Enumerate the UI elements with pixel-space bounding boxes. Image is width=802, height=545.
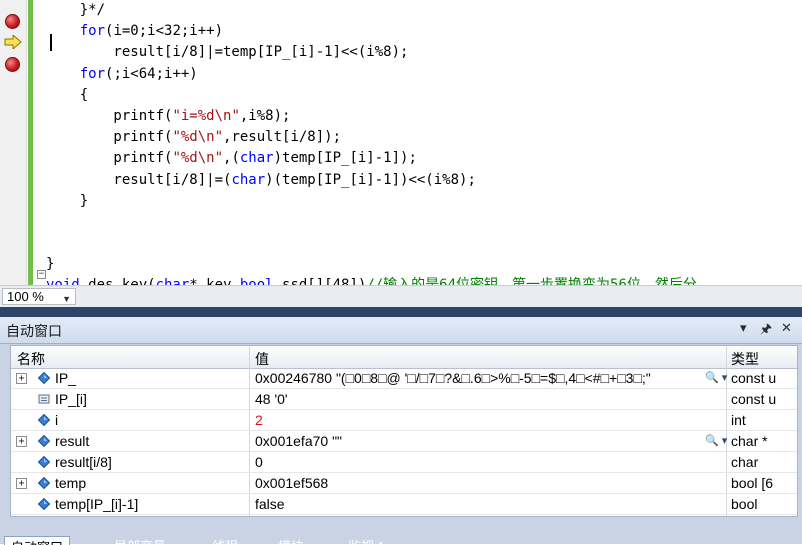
current-statement-arrow-icon (4, 35, 22, 49)
code-text[interactable]: }*/ for(i=0;i<32;i++) result[i/8]|=temp[… (46, 0, 697, 285)
horizontal-scrollbar[interactable] (80, 291, 798, 303)
variable-name: IP_ (55, 370, 77, 386)
table-row[interactable]: + temp 0x001ef568 bool [6 (11, 473, 797, 494)
variable-name: result[i/8] (55, 454, 112, 470)
field-icon (38, 456, 50, 468)
window-menu-dropdown-icon[interactable]: ▾ (740, 320, 747, 336)
variable-type: bool [6 (731, 475, 774, 491)
autos-title: 自动窗口 (6, 323, 62, 339)
array-element-icon (38, 394, 50, 404)
column-header-value[interactable]: 值 (255, 349, 269, 369)
variable-name: IP_[i] (55, 391, 87, 407)
variable-type: const u (731, 391, 777, 407)
code-line[interactable] (46, 233, 697, 254)
variable-type: int (731, 412, 746, 428)
table-row[interactable]: + result 0x001efa70 "" 🔍 ▾ char * (11, 431, 797, 452)
code-line[interactable]: for(;i<64;i++) (46, 64, 697, 85)
table-row[interactable]: temp[IP_[i]-1] false bool (11, 494, 797, 515)
field-icon (38, 498, 50, 510)
variable-type: char * (731, 433, 768, 449)
visualizer-magnifier-icon[interactable]: 🔍 ▾ (705, 371, 727, 384)
code-line[interactable]: printf("%d\n",result[i/8]); (46, 127, 697, 148)
visualizer-magnifier-icon[interactable]: 🔍 ▾ (705, 434, 727, 447)
code-line[interactable]: }*/ (46, 0, 697, 21)
field-icon (38, 477, 50, 489)
code-line[interactable]: for(i=0;i<32;i++) (46, 21, 697, 42)
variable-value[interactable]: 0x001ef568 (255, 475, 695, 491)
variable-name: temp (55, 475, 87, 491)
field-icon (38, 414, 50, 426)
code-line[interactable]: } (46, 191, 697, 212)
field-icon (38, 372, 50, 384)
zoom-value: 100 % (7, 289, 44, 304)
close-icon[interactable]: ✕ (781, 320, 792, 336)
code-line[interactable]: printf("i=%d\n",i%8); (46, 106, 697, 127)
field-icon (38, 435, 50, 447)
expand-toggle-icon[interactable]: + (16, 436, 27, 447)
code-line[interactable]: printf("%d\n",(char)temp[IP_[i]-1]); (46, 148, 697, 169)
autos-window: 自动窗口 ▾ 🖈 ✕ 名称 值 类型 + IP_ 0x00246780 "(□0□8… (0, 317, 802, 545)
autos-title-bar[interactable]: 自动窗口 ▾ 🖈 ✕ (0, 317, 802, 344)
code-line[interactable]: { (46, 85, 697, 106)
pin-icon[interactable]: 🖈 (760, 320, 772, 342)
code-line[interactable]: result[i/8]|=(char)(temp[IP_[i]-1])<<(i%… (46, 170, 697, 191)
expand-toggle-icon[interactable]: + (16, 478, 27, 489)
zoom-dropdown[interactable]: 100 % ▼ (2, 288, 76, 305)
variable-type: bool (731, 496, 758, 512)
variable-value[interactable]: 0x00246780 "(□0□8□@ '□/□7□?&□.6□>%□-5□=$… (255, 370, 695, 386)
table-row[interactable]: + IP_ 0x00246780 "(□0□8□@ '□/□7□?&□.6□>%□-… (11, 368, 797, 389)
editor-status-strip: 100 % ▼ (0, 285, 802, 308)
variable-value[interactable]: 2 (255, 412, 695, 428)
tab-2[interactable]: 局部变量 (108, 536, 172, 544)
variable-value[interactable]: false (255, 496, 695, 512)
variable-name: temp[IP_[i]-1] (55, 496, 139, 512)
variable-value[interactable]: 0 (255, 454, 695, 470)
variable-type: const u (731, 370, 777, 386)
breakpoint-icon[interactable] (5, 57, 20, 72)
expand-toggle-icon[interactable]: + (16, 373, 27, 384)
code-line[interactable]: } (46, 254, 697, 275)
grid-header: 名称 值 类型 (11, 346, 797, 369)
code-line[interactable]: void des_key(char* key,bool ssd[][48])//… (46, 275, 697, 285)
column-header-type[interactable]: 类型 (731, 349, 759, 369)
variable-value[interactable]: 0x001efa70 "" (255, 433, 695, 449)
table-row[interactable]: result[i/8] 0 char (11, 452, 797, 473)
code-editor[interactable]: − }*/ for(i=0;i<32;i++) result[i/8]|=tem… (0, 0, 802, 285)
change-tracking-bar (28, 0, 33, 285)
tab-5[interactable]: 监视 1 (342, 536, 391, 544)
bottom-tab-strip: 自动窗口局部变量线程模块监视 1 (0, 536, 802, 545)
tab-4[interactable]: 模块 (272, 536, 310, 544)
chevron-down-icon: ▼ (62, 294, 71, 304)
tab-3[interactable]: 线程 (206, 536, 244, 544)
collapse-toggle-icon[interactable]: − (37, 270, 46, 279)
variable-name: i (55, 412, 59, 428)
variable-name: result (55, 433, 90, 449)
variable-value[interactable]: 48 '0' (255, 391, 695, 407)
table-row[interactable]: IP_[i] 48 '0' const u (11, 389, 797, 410)
variable-type: char (731, 454, 759, 470)
table-row[interactable]: i 2 int (11, 410, 797, 431)
splitter[interactable] (0, 307, 802, 317)
code-line[interactable] (46, 212, 697, 233)
breakpoint-icon[interactable] (5, 14, 20, 29)
variables-grid[interactable]: 名称 值 类型 + IP_ 0x00246780 "(□0□8□@ '□/□7□?&… (10, 345, 798, 517)
column-header-name[interactable]: 名称 (17, 349, 45, 369)
code-line[interactable]: result[i/8]|=temp[IP_[i]-1]<<(i%8); (46, 42, 697, 63)
